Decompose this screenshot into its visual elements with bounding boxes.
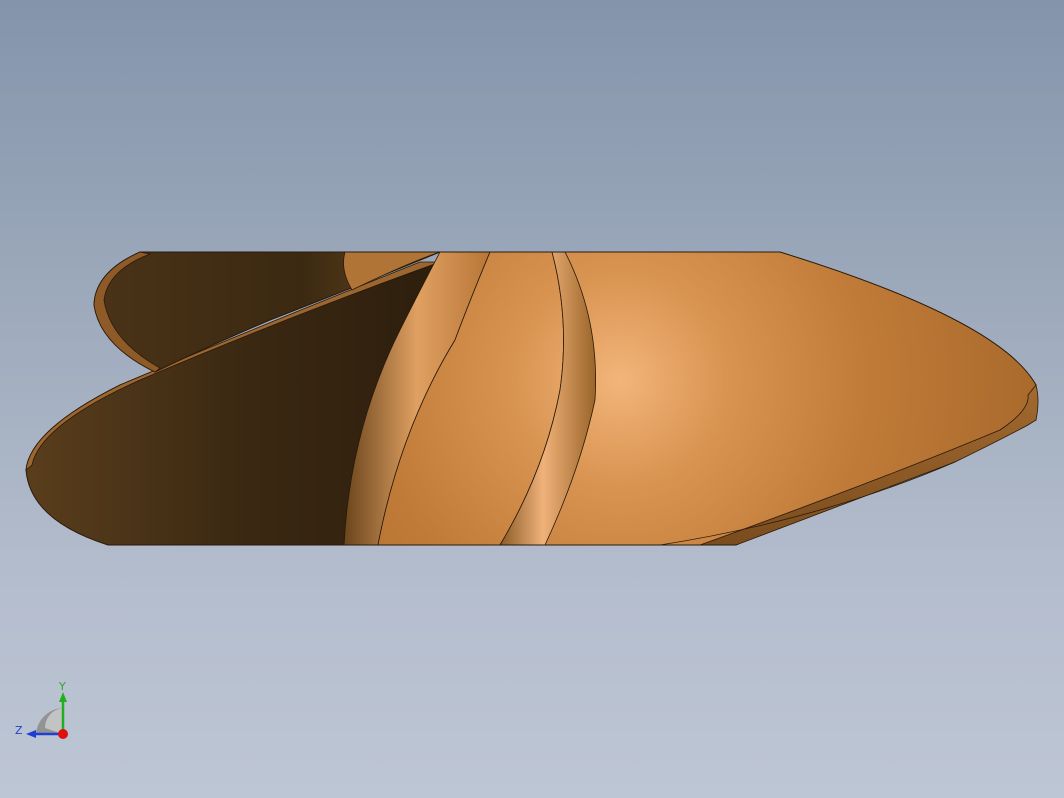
- z-axis-arrow: [26, 730, 36, 738]
- coordinate-triad: Y Z: [15, 680, 68, 739]
- propeller-model[interactable]: [0, 0, 1064, 798]
- y-axis-arrow: [59, 692, 67, 702]
- y-axis-label: Y: [58, 680, 66, 693]
- graphics-viewport[interactable]: Y Z: [0, 0, 1064, 798]
- x-axis-dot: [58, 729, 68, 739]
- z-axis-label: Z: [15, 724, 23, 737]
